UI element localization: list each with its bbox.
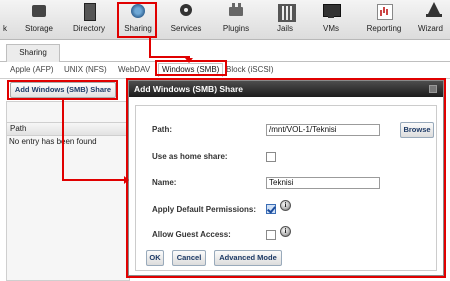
reporting-icon [374, 2, 394, 20]
subtab-nfs[interactable]: UNIX (NFS) [64, 65, 107, 74]
toolbar-item-storage[interactable]: Storage [18, 2, 60, 38]
subtab-iscsi[interactable]: Block (iSCSI) [226, 65, 274, 74]
annotation-box-sharing [117, 2, 157, 38]
toolbar-item-vms[interactable]: VMs [318, 2, 344, 38]
storage-icon [29, 2, 49, 20]
toolbar-item-label: Jails [276, 24, 293, 33]
annotation-line [62, 179, 126, 181]
toolbar-item-fragment[interactable]: k [0, 2, 10, 38]
vms-icon [321, 2, 341, 20]
shares-grid: Path No entry has been found [6, 101, 130, 281]
toolbar-item-label: Reporting [366, 24, 402, 33]
annotation-line [149, 38, 151, 58]
services-icon [176, 2, 196, 20]
toolbar-item-jails[interactable]: Jails [270, 2, 300, 38]
jails-icon [275, 2, 296, 22]
toolbar-item-label: Storage [24, 24, 54, 33]
toolbar-item-label: Services [170, 24, 202, 33]
toolbar-item-label: VMs [323, 24, 339, 33]
annotation-box-smb-tab [155, 60, 227, 76]
toolbar-item-label: Wizard [418, 24, 443, 33]
toolbar-item-label: Directory [72, 24, 105, 33]
top-toolbar: k Storage Directory Sharing Services Plu… [0, 0, 450, 40]
tab-sharing[interactable]: Sharing [6, 44, 60, 62]
directory-icon [79, 2, 99, 21]
toolbar-item-label: Plugins [222, 24, 250, 33]
subtab-webdav[interactable]: WebDAV [118, 65, 150, 74]
grid-empty-message: No entry has been found [9, 137, 97, 146]
toolbar-fragment-label: k [3, 24, 7, 33]
grid-header-path[interactable]: Path [7, 122, 129, 136]
annotation-box-add-button [7, 80, 118, 100]
wizard-icon [424, 2, 444, 20]
toolbar-item-services[interactable]: Services [166, 2, 206, 38]
annotation-box-dialog [126, 78, 446, 278]
plugins-icon [226, 2, 246, 20]
annotation-line [149, 56, 189, 58]
subtab-afp[interactable]: Apple (AFP) [10, 65, 54, 74]
fragment-icon [2, 2, 8, 20]
annotation-line [62, 100, 64, 180]
toolbar-item-directory[interactable]: Directory [66, 2, 112, 38]
toolbar-item-reporting[interactable]: Reporting [362, 2, 406, 38]
toolbar-item-plugins[interactable]: Plugins [218, 2, 254, 38]
toolbar-item-wizard[interactable]: Wizard [418, 2, 450, 38]
